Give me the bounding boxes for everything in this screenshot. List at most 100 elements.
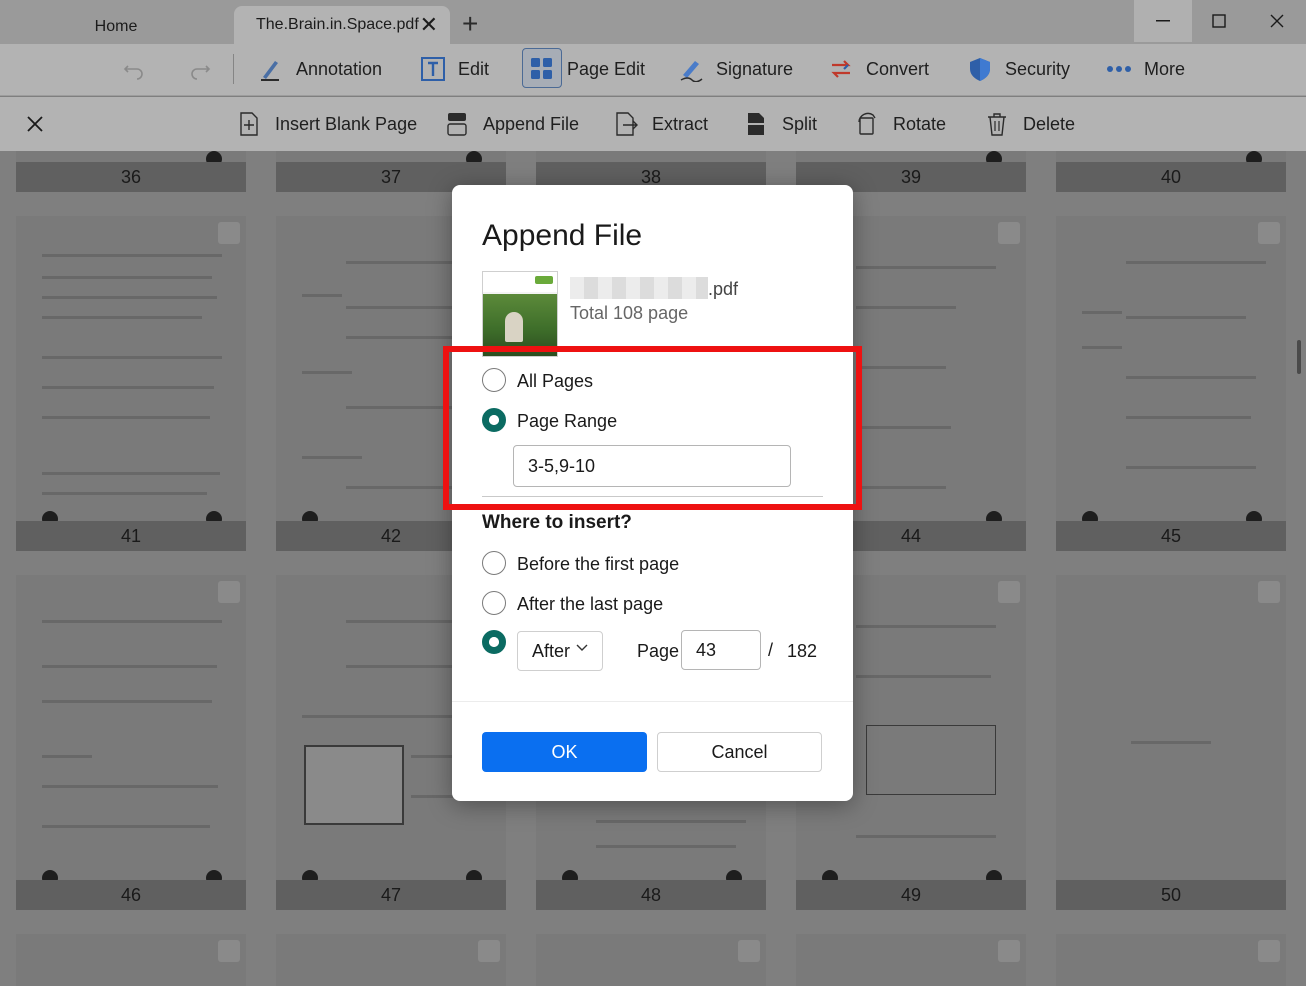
after-last-page-label: After the last page: [517, 594, 664, 614]
page-number: 41: [16, 521, 246, 551]
custom-position-radio[interactable]: [482, 630, 506, 654]
page-checkbox[interactable]: [218, 581, 240, 603]
more-button[interactable]: More: [1106, 44, 1185, 94]
page-thumbnail[interactable]: 50: [1056, 575, 1286, 910]
shield-icon: [967, 56, 993, 82]
page-thumbnail[interactable]: [796, 934, 1026, 986]
page-checkbox[interactable]: [738, 940, 760, 962]
insert-blank-page-label: Insert Blank Page: [275, 113, 418, 134]
page-range-input[interactable]: 3-5,9-10: [513, 445, 791, 487]
page-edit-button[interactable]: Page Edit: [529, 44, 645, 94]
signature-button[interactable]: Signature: [678, 44, 793, 94]
convert-button[interactable]: Convert: [828, 44, 929, 94]
rotate-button[interactable]: Rotate: [855, 97, 946, 151]
page-checkbox[interactable]: [478, 940, 500, 962]
minimize-icon: [1156, 20, 1170, 22]
minimize-button[interactable]: [1134, 0, 1192, 42]
page-checkbox[interactable]: [218, 940, 240, 962]
close-page-edit-button[interactable]: [26, 97, 44, 151]
page-checkbox[interactable]: [1258, 222, 1280, 244]
append-file-button[interactable]: Append File: [445, 97, 579, 151]
extract-button[interactable]: Extract: [614, 97, 708, 151]
cancel-button[interactable]: Cancel: [657, 732, 822, 772]
maximize-icon: [1212, 14, 1226, 28]
tab-home[interactable]: Home: [0, 6, 232, 44]
append-file-icon: [445, 112, 469, 136]
before-first-page-radio[interactable]: [482, 551, 506, 575]
page-thumbnail[interactable]: [276, 934, 506, 986]
page-checkbox[interactable]: [998, 940, 1020, 962]
page-thumbnail[interactable]: [536, 934, 766, 986]
after-last-page-radio[interactable]: [482, 591, 506, 615]
all-pages-radio[interactable]: [482, 368, 506, 392]
security-button[interactable]: Security: [967, 44, 1070, 94]
page-thumbnail[interactable]: 36: [16, 151, 246, 192]
delete-button[interactable]: Delete: [985, 97, 1075, 151]
classroom-illustration: [304, 745, 404, 825]
page-thumbnail[interactable]: [16, 934, 246, 986]
split-label: Split: [782, 113, 818, 134]
close-window-button[interactable]: [1248, 0, 1306, 42]
page-thumbnail[interactable]: 46: [16, 575, 246, 910]
vertical-scrollbar[interactable]: [1297, 340, 1301, 374]
maximize-button[interactable]: [1190, 0, 1248, 42]
page-number-input[interactable]: 43: [681, 630, 761, 670]
page-range-radio[interactable]: [482, 408, 506, 432]
page-total: 182: [787, 641, 818, 661]
append-file-dialog: Append File .pdf Total 108 page All Page…: [452, 185, 853, 801]
page-thumbnail[interactable]: 41: [16, 216, 246, 551]
new-tab-button[interactable]: +: [462, 6, 478, 42]
title-bar: Home The.Brain.in.Space.pdf ✕ +: [0, 0, 1306, 44]
page-checkbox[interactable]: [1258, 581, 1280, 603]
page-number: 49: [796, 880, 1026, 910]
page-separator: /: [768, 640, 774, 660]
extract-label: Extract: [652, 113, 709, 134]
edit-button[interactable]: Edit: [420, 44, 489, 94]
ok-button[interactable]: OK: [482, 732, 647, 772]
page-number: 48: [536, 880, 766, 910]
chevron-down-icon: [576, 644, 588, 651]
insert-blank-page-button[interactable]: Insert Blank Page: [237, 97, 417, 151]
page-number: 47: [276, 880, 506, 910]
split-button[interactable]: Split: [744, 97, 817, 151]
tab-document[interactable]: The.Brain.in.Space.pdf ✕: [234, 6, 450, 44]
position-select[interactable]: After: [517, 631, 603, 671]
tab-document-label: The.Brain.in.Space.pdf: [256, 16, 419, 33]
grid-icon: [529, 56, 555, 82]
page-number: 40: [1056, 162, 1286, 192]
undo-button[interactable]: [122, 44, 146, 94]
page-thumbnail[interactable]: 45: [1056, 216, 1286, 551]
rotate-icon: [855, 112, 879, 136]
undo-icon: [123, 65, 143, 80]
file-page-count: Total 108 page: [570, 303, 689, 323]
page-thumbnail[interactable]: [1056, 934, 1286, 986]
dialog-title: Append File: [482, 219, 643, 252]
file-thumbnail: [482, 271, 558, 357]
tab-home-label: Home: [94, 18, 138, 35]
page-checkbox[interactable]: [1258, 940, 1280, 962]
signature-pen-icon: [678, 56, 704, 82]
redo-button[interactable]: [188, 44, 212, 94]
trash-icon: [985, 112, 1009, 136]
redo-icon: [191, 65, 211, 80]
close-tab-icon[interactable]: ✕: [420, 12, 438, 38]
page-checkbox[interactable]: [998, 581, 1020, 603]
page-edit-label: Page Edit: [567, 58, 646, 79]
convert-arrows-icon: [828, 56, 854, 82]
security-label: Security: [1005, 58, 1071, 79]
page-checkbox[interactable]: [218, 222, 240, 244]
close-icon: [27, 116, 43, 132]
close-icon: [1270, 14, 1284, 28]
data-table-figure: [866, 725, 996, 795]
signature-label: Signature: [716, 58, 794, 79]
annotation-button[interactable]: Annotation: [258, 44, 382, 94]
page-number: 50: [1056, 880, 1286, 910]
text-edit-icon: [420, 56, 446, 82]
page-checkbox[interactable]: [998, 222, 1020, 244]
extract-icon: [614, 112, 638, 136]
rotate-label: Rotate: [893, 113, 947, 134]
page-number: 46: [16, 880, 246, 910]
page-thumbnail[interactable]: 40: [1056, 151, 1286, 192]
all-pages-label: All Pages: [517, 371, 594, 391]
insert-position-heading: Where to insert?: [482, 512, 632, 533]
